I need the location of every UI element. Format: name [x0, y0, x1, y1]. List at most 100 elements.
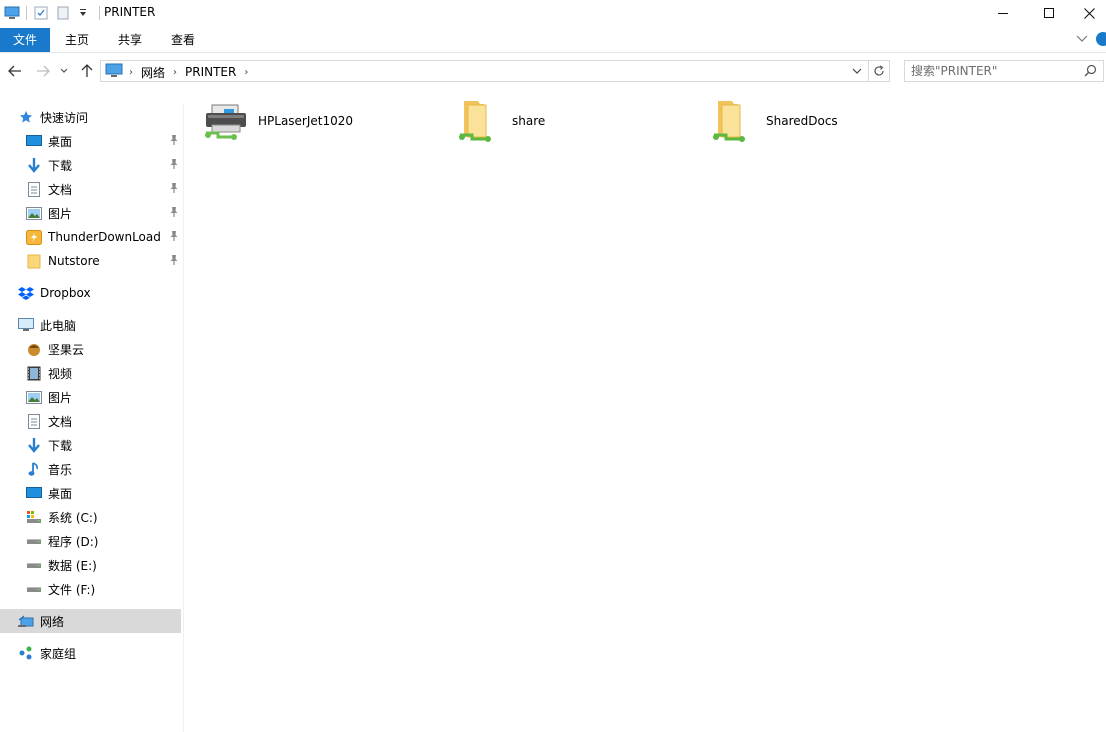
- desktop-icon: [26, 133, 42, 149]
- back-button[interactable]: [6, 62, 24, 80]
- sidebar-item-desktop-pc[interactable]: 桌面: [0, 481, 181, 505]
- sidebar-item-pictures-pc[interactable]: 图片: [0, 385, 181, 409]
- pin-icon[interactable]: [169, 134, 179, 149]
- address-bar[interactable]: › 网络 › PRINTER ›: [100, 60, 890, 82]
- sidebar-item-label: 文档: [48, 414, 73, 429]
- new-folder-icon[interactable]: [55, 5, 71, 21]
- tab-view[interactable]: 查看: [160, 28, 206, 52]
- sidebar-item-downloads[interactable]: 下载: [0, 153, 181, 177]
- toolbar-separator: [99, 6, 100, 20]
- ribbon-controls: [1076, 32, 1106, 46]
- sidebar-item-videos[interactable]: 视频: [0, 361, 181, 385]
- sidebar-item-label: ThunderDownLoad: [48, 230, 161, 244]
- drive-icon: [26, 581, 42, 597]
- breadcrumb-network[interactable]: 网络: [141, 64, 165, 81]
- sidebar-item-label: 此电脑: [40, 318, 77, 333]
- sidebar-item-label: Nutstore: [48, 254, 100, 268]
- quick-access-toolbar: [4, 4, 106, 22]
- minimize-button[interactable]: [980, 0, 1026, 26]
- sidebar-item-nutstore[interactable]: Nutstore: [0, 249, 181, 273]
- sidebar-item-nutstore-cloud[interactable]: 坚果云: [0, 337, 181, 361]
- breadcrumb-chevron-icon[interactable]: ›: [173, 67, 177, 78]
- search-box[interactable]: [904, 60, 1104, 82]
- sidebar-item-drive-c[interactable]: 系统 (C:): [0, 505, 181, 529]
- sidebar-item-homegroup[interactable]: 家庭组: [0, 641, 181, 665]
- toolbar-separator: [26, 6, 27, 20]
- close-button[interactable]: [1072, 0, 1106, 26]
- expand-ribbon-icon[interactable]: [1076, 32, 1088, 46]
- address-dropdown-icon[interactable]: [849, 63, 865, 79]
- item-shareddocs[interactable]: SharedDocs: [710, 96, 838, 146]
- properties-icon[interactable]: [33, 5, 49, 21]
- pin-icon[interactable]: [169, 230, 179, 245]
- sidebar-item-label: 数据 (E:): [48, 558, 97, 573]
- breadcrumb-chevron-icon[interactable]: ›: [244, 67, 248, 78]
- sidebar-item-label: 快速访问: [40, 110, 89, 125]
- item-label: SharedDocs: [766, 114, 838, 128]
- drive-icon: [26, 557, 42, 573]
- help-icon[interactable]: [1096, 32, 1106, 46]
- sidebar-item-drive-f[interactable]: 文件 (F:): [0, 577, 181, 601]
- recent-locations-button[interactable]: [58, 62, 70, 80]
- computer-icon: [18, 317, 34, 333]
- sidebar-item-drive-e[interactable]: 数据 (E:): [0, 553, 181, 577]
- sidebar-item-label: 下载: [48, 438, 73, 453]
- pictures-icon: [26, 205, 42, 221]
- customize-toolbar-icon[interactable]: [75, 5, 91, 21]
- sidebar-item-label: 图片: [48, 206, 73, 221]
- pin-icon[interactable]: [169, 158, 179, 173]
- pictures-icon: [26, 389, 42, 405]
- sidebar-item-quick-access[interactable]: 快速访问: [0, 105, 181, 129]
- sidebar-item-music[interactable]: 音乐: [0, 457, 181, 481]
- sidebar-item-label: 坚果云: [48, 342, 85, 357]
- shared-folder-icon: [710, 97, 758, 145]
- search-icon[interactable]: [1084, 64, 1097, 80]
- music-icon: [26, 461, 42, 477]
- desktop-icon: [26, 485, 42, 501]
- network-location-icon: [105, 63, 123, 82]
- breadcrumb-chevron-icon[interactable]: ›: [129, 67, 133, 78]
- sidebar-item-label: 家庭组: [40, 646, 77, 661]
- tab-share[interactable]: 共享: [107, 28, 153, 52]
- sidebar-item-desktop[interactable]: 桌面: [0, 129, 181, 153]
- search-input[interactable]: [911, 63, 1071, 79]
- window-title: PRINTER: [104, 5, 156, 19]
- system-drive-icon: [26, 509, 42, 525]
- sidebar-item-label: 系统 (C:): [48, 510, 98, 525]
- sidebar-item-this-pc[interactable]: 此电脑: [0, 313, 181, 337]
- sidebar-item-label: 下载: [48, 158, 73, 173]
- maximize-button[interactable]: [1026, 0, 1072, 26]
- pin-icon[interactable]: [169, 206, 179, 221]
- folder-icon: [26, 253, 42, 269]
- breadcrumb: › 网络 › PRINTER ›: [105, 63, 248, 81]
- breadcrumb-printer[interactable]: PRINTER: [185, 65, 236, 79]
- forward-button[interactable]: [34, 62, 52, 80]
- thunder-folder-icon: [26, 229, 42, 245]
- sidebar-item-documents[interactable]: 文档: [0, 177, 181, 201]
- sidebar-item-label: Dropbox: [40, 286, 91, 300]
- computer-icon[interactable]: [4, 5, 20, 21]
- item-share[interactable]: share: [456, 96, 545, 146]
- sidebar-item-thunderdownload[interactable]: ThunderDownLoad: [0, 225, 181, 249]
- tab-file[interactable]: 文件: [0, 28, 50, 52]
- refresh-button[interactable]: [868, 61, 889, 81]
- pin-icon[interactable]: [169, 182, 179, 197]
- sidebar-item-pictures[interactable]: 图片: [0, 201, 181, 225]
- sidebar-item-network[interactable]: 网络: [0, 609, 181, 633]
- pin-icon[interactable]: [169, 254, 179, 269]
- sidebar-item-label: 网络: [40, 614, 65, 629]
- sidebar-item-downloads-pc[interactable]: 下载: [0, 433, 181, 457]
- item-hplaserjet1020[interactable]: HPLaserJet1020: [202, 96, 353, 146]
- sidebar-item-label: 视频: [48, 366, 73, 381]
- sidebar-item-drive-d[interactable]: 程序 (D:): [0, 529, 181, 553]
- sidebar-item-dropbox[interactable]: Dropbox: [0, 281, 181, 305]
- nutstore-icon: [26, 341, 42, 357]
- sidebar-item-label: 桌面: [48, 134, 73, 149]
- up-button[interactable]: [78, 62, 96, 80]
- sidebar-item-label: 图片: [48, 390, 73, 405]
- document-icon: [26, 181, 42, 197]
- ribbon-tabs: 文件 主页 共享 查看: [0, 28, 1106, 53]
- item-label: HPLaserJet1020: [258, 114, 354, 128]
- tab-home[interactable]: 主页: [54, 28, 100, 52]
- sidebar-item-documents-pc[interactable]: 文档: [0, 409, 181, 433]
